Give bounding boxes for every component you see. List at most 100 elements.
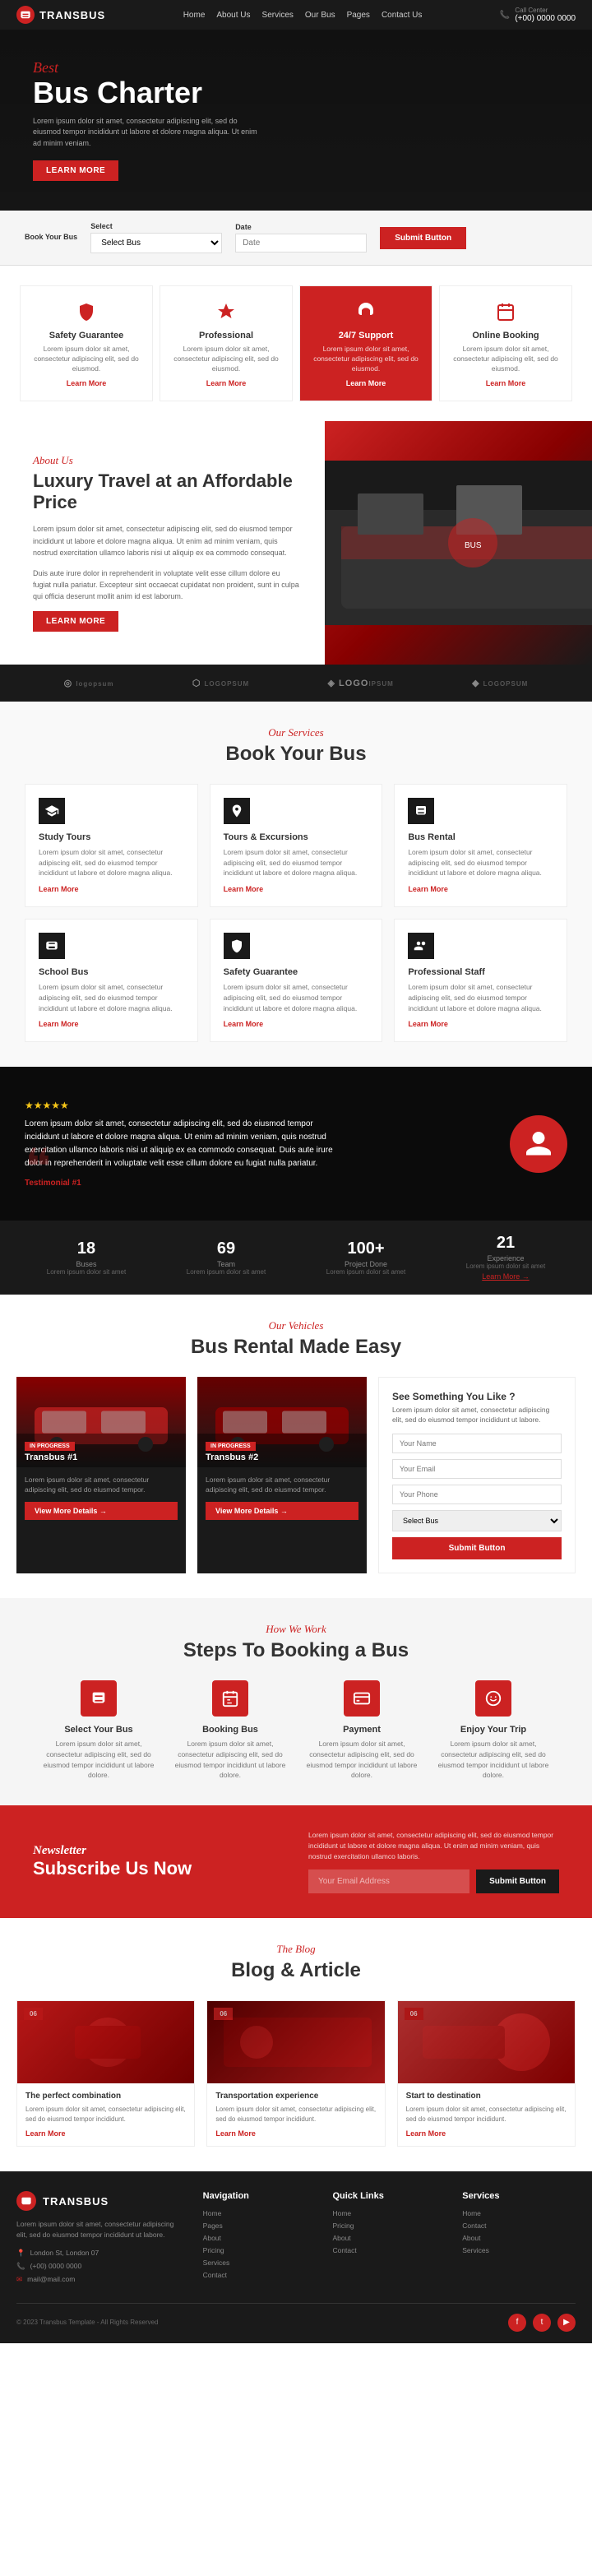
achievement-learn-link[interactable]: Learn More → [482,1272,530,1281]
location-icon: 📍 [16,2249,25,2258]
features-row: Safety Guarantee Lorem ipsum dolor sit a… [0,266,592,421]
services-section: Our Services Book Your Bus Study Tours L… [0,702,592,1068]
feature-professional-link[interactable]: Learn More [172,379,280,387]
footer-svc-contact[interactable]: Contact [462,2222,576,2230]
vehicle-2-title: Transbus #2 [206,1452,358,1462]
feature-safety-link[interactable]: Learn More [32,379,141,387]
blog-link-3[interactable]: Learn More [406,2129,567,2138]
footer-svc-services[interactable]: Services [462,2246,576,2254]
footer-quick-home[interactable]: Home [332,2209,446,2217]
services-header: Our Services Book Your Bus [25,726,567,766]
feature-booking-link[interactable]: Learn More [451,379,560,387]
blog-img-2: 06 [207,2001,384,2083]
service-tours-link[interactable]: Learn More [224,885,369,893]
nav-contact[interactable]: Contact Us [382,11,422,20]
youtube-icon[interactable]: ▶ [557,2314,576,2332]
blog-content-3: Start to destination Lorem ipsum dolor s… [398,2083,575,2146]
nav-call: 📞 Call Center (+00) 0000 0000 [500,7,576,23]
logo-icon [16,6,35,24]
footer-svc-home[interactable]: Home [462,2209,576,2217]
facebook-icon[interactable]: f [508,2314,526,2332]
steps-tag: How We Work [16,1623,576,1636]
footer-address: 📍 London St, London 07 [16,2249,187,2258]
footer-quick-about[interactable]: About [332,2234,446,2242]
achievement-experience: 21 Experience Lorem ipsum dolor sit amet… [466,1234,545,1281]
vehicles-grid: IN PROGRESS Transbus #1 Lorem ipsum dolo… [16,1377,576,1573]
form-bus-select[interactable]: Select Bus [392,1510,562,1531]
testimonial-author: Testimonial #1 [25,1179,337,1188]
experience-label: Experience [466,1254,545,1263]
form-submit-button[interactable]: Submit Button [392,1537,562,1559]
service-bus-link[interactable]: Learn More [408,885,553,893]
services-grid: Study Tours Lorem ipsum dolor sit amet, … [25,784,567,1043]
nav-home[interactable]: Home [183,11,206,20]
footer-quicklinks-title: Quick Links [332,2191,446,2201]
footer-logo-icon [16,2191,36,2211]
footer-nav-services[interactable]: Services [203,2259,317,2267]
footer-nav-contact[interactable]: Contact [203,2271,317,2279]
date-input[interactable] [235,234,367,253]
team-number: 69 [187,1239,266,1258]
feature-professional: Professional Lorem ipsum dolor sit amet,… [160,285,293,401]
steps-title: Steps To Booking a Bus [16,1639,576,1662]
newsletter-email-input[interactable] [308,1869,469,1893]
newsletter-submit-button[interactable]: Submit Button [476,1869,559,1893]
booking-select-group: Select Select Bus [90,222,222,253]
form-name-input[interactable] [392,1434,562,1453]
nav-about[interactable]: About Us [216,11,250,20]
footer-svc-about[interactable]: About [462,2234,576,2242]
booking-submit-button[interactable]: Submit Button [380,227,466,249]
vehicle-1-info: Lorem ipsum dolor sit amet, consectetur … [16,1467,186,1528]
footer-nav-pages[interactable]: Pages [203,2222,317,2230]
blog-header: The Blog Blog & Article [16,1943,576,1982]
bus-select[interactable]: Select Bus [90,233,222,253]
vehicle-1-btn[interactable]: View More Details → [25,1502,178,1520]
team-desc: Lorem ipsum dolor sit amet [187,1268,266,1276]
service-staff-link[interactable]: Learn More [408,1020,553,1028]
safety-icon [224,933,250,959]
form-phone-input[interactable] [392,1485,562,1504]
steps-header: How We Work Steps To Booking a Bus [16,1623,576,1662]
service-bus-desc: Lorem ipsum dolor sit amet, consectetur … [408,847,553,878]
service-study-title: Study Tours [39,832,184,842]
navbar: TRANSBUS Home About Us Services Our Bus … [0,0,592,30]
step-select: Select Your Bus Lorem ipsum dolor sit am… [37,1680,160,1781]
footer-nav-col: Navigation Home Pages About Pricing Serv… [203,2191,317,2288]
step-payment-desc: Lorem ipsum dolor sit amet, consectetur … [300,1739,423,1781]
about-cta-button[interactable]: Learn More [33,611,118,632]
hero-cta-button[interactable]: Learn More [33,160,118,181]
service-school-desc: Lorem ipsum dolor sit amet, consectetur … [39,982,184,1013]
blog-link-2[interactable]: Learn More [215,2129,376,2138]
buses-label: Buses [47,1260,126,1268]
nav-services[interactable]: Services [262,11,294,20]
step-enjoy: Enjoy Your Trip Lorem ipsum dolor sit am… [432,1680,555,1781]
service-school-link[interactable]: Learn More [39,1020,184,1028]
service-staff-title: Professional Staff [408,967,553,977]
twitter-icon[interactable]: t [533,2314,551,2332]
service-study-link[interactable]: Learn More [39,885,184,893]
blog-title: Blog & Article [16,1959,576,1982]
footer-brand-name: TRANSBUS [43,2195,109,2208]
service-study-tours: Study Tours Lorem ipsum dolor sit amet, … [25,784,198,907]
newsletter-content: Newsletter Subscribe Us Now [33,1844,284,1879]
blog-link-1[interactable]: Learn More [25,2129,186,2138]
feature-support: 24/7 Support Lorem ipsum dolor sit amet,… [299,285,432,401]
footer-copyright: © 2023 Transbus Template - All Rights Re… [16,2319,159,2326]
nav-pages[interactable]: Pages [347,11,370,20]
footer-nav-pricing[interactable]: Pricing [203,2246,317,2254]
nav-bus[interactable]: Our Bus [305,11,335,20]
blog-tag: The Blog [16,1943,576,1956]
footer-quick-pricing[interactable]: Pricing [332,2222,446,2230]
footer-nav-home[interactable]: Home [203,2209,317,2217]
service-safety-link[interactable]: Learn More [224,1020,369,1028]
quote-decoration: ❝ [25,1138,51,1196]
footer-nav-about[interactable]: About [203,2234,317,2242]
blog-card-3: 06 Start to destination Lorem ipsum dolo… [397,2000,576,2147]
vehicle-2-btn[interactable]: View More Details → [206,1502,358,1520]
feature-support-title: 24/7 Support [312,331,420,341]
feature-support-link[interactable]: Learn More [312,379,420,387]
step-payment-title: Payment [300,1725,423,1735]
booking-title: Book Your Bus [25,233,77,241]
form-email-input[interactable] [392,1459,562,1479]
footer-quick-contact[interactable]: Contact [332,2246,446,2254]
